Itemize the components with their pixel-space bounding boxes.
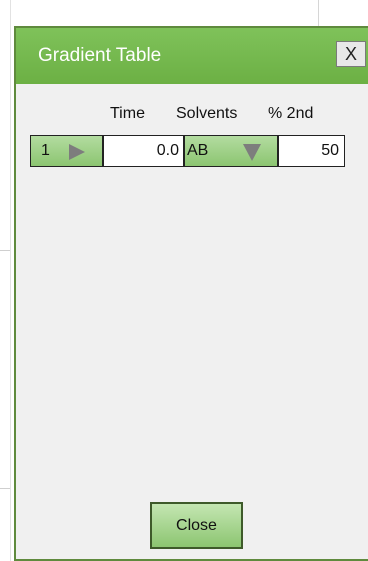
- time-field[interactable]: 0.0: [103, 135, 184, 167]
- background-divider: [318, 0, 319, 26]
- header-solvents: Solvents: [176, 105, 238, 122]
- close-button[interactable]: Close: [150, 502, 243, 549]
- dialog-title: Gradient Table: [38, 45, 162, 66]
- background-tick: [0, 250, 10, 251]
- play-arrow-icon: [69, 144, 85, 160]
- background-divider: [10, 0, 11, 561]
- header-time: Time: [110, 105, 145, 122]
- dropdown-arrow-icon: [243, 144, 261, 161]
- title-bar[interactable]: Gradient Table X: [16, 28, 368, 84]
- step-number: 1: [41, 142, 50, 159]
- background-tick: [0, 488, 10, 489]
- step-button[interactable]: 1: [30, 135, 103, 167]
- solvents-value: AB: [187, 142, 209, 159]
- header-percent-second: % 2nd: [268, 105, 314, 122]
- solvents-dropdown[interactable]: AB: [184, 135, 278, 167]
- close-icon[interactable]: X: [336, 41, 366, 67]
- percent-second-field[interactable]: 50: [278, 135, 345, 167]
- gradient-table-dialog: Gradient Table X Time Solvents % 2nd 1 0…: [14, 26, 368, 561]
